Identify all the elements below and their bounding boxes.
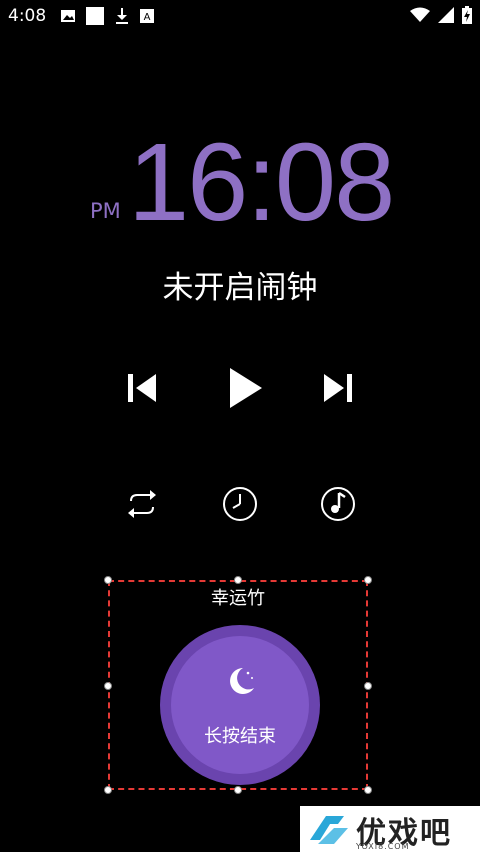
resize-handle-bottom-right[interactable] xyxy=(364,786,372,794)
image-icon xyxy=(61,10,75,22)
music-disc-icon[interactable] xyxy=(318,484,358,524)
resize-handle-right[interactable] xyxy=(364,682,372,690)
signal-icon xyxy=(438,7,454,23)
status-icons-left: A xyxy=(60,7,154,25)
moon-icon xyxy=(230,668,254,694)
resize-handle-top[interactable] xyxy=(234,576,242,584)
end-label: 长按结束 xyxy=(204,726,276,747)
alarm-status[interactable]: 未开启闹钟 xyxy=(0,262,480,307)
square-icon xyxy=(86,7,104,25)
watermark-logo-icon xyxy=(310,816,348,844)
svg-text:A: A xyxy=(144,12,151,23)
play-icon[interactable] xyxy=(222,366,266,410)
status-time: 4:08 xyxy=(8,6,47,26)
watermark-sub: YOXI8.COM xyxy=(356,842,410,851)
download-icon xyxy=(116,8,128,24)
end-button-inner: 长按结束 xyxy=(171,636,309,774)
resize-handle-top-left[interactable] xyxy=(104,576,112,584)
resize-handle-bottom-left[interactable] xyxy=(104,786,112,794)
song-title: 幸运竹 xyxy=(211,588,265,609)
ampm-label: PM xyxy=(90,199,121,223)
status-icons-right xyxy=(410,6,472,24)
next-icon[interactable] xyxy=(320,370,356,406)
battery-charging-icon xyxy=(462,6,472,24)
resize-handle-bottom[interactable] xyxy=(234,786,242,794)
timer-icon[interactable] xyxy=(220,484,260,524)
clock-time: 16:08 xyxy=(128,121,395,244)
a-box-icon: A xyxy=(140,9,154,23)
watermark: 优戏吧 YOXI8.COM xyxy=(300,806,480,852)
resize-handle-top-right[interactable] xyxy=(364,576,372,584)
repeat-icon[interactable] xyxy=(122,484,162,524)
wifi-icon xyxy=(410,7,430,22)
previous-icon[interactable] xyxy=(124,370,160,406)
long-press-end-button[interactable]: 长按结束 xyxy=(160,625,320,785)
status-bar: 4:08 A xyxy=(0,0,480,34)
resize-handle-left[interactable] xyxy=(104,682,112,690)
